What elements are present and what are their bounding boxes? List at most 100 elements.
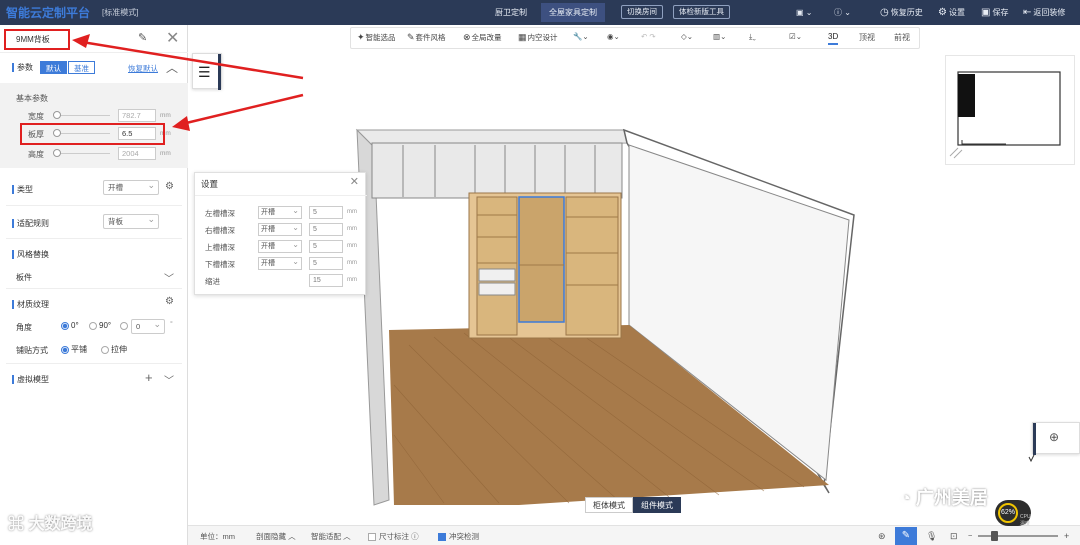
- smart-adapt-toggle[interactable]: 智能适配 ︿: [311, 531, 351, 542]
- angle-custom-input[interactable]: 0: [131, 318, 165, 334]
- edit-icon[interactable]: ✎: [138, 31, 147, 44]
- layout-icon[interactable]: ▥⌄: [713, 32, 726, 41]
- check-icon[interactable]: ☑⌄: [789, 32, 802, 41]
- smart-select-button[interactable]: ✦智能选品: [357, 32, 396, 43]
- selected-back-panel[interactable]: [518, 196, 565, 323]
- top-slot-select[interactable]: 开槽: [258, 239, 302, 253]
- tool-icon[interactable]: 🔧⌄: [573, 32, 589, 41]
- conflict-checkbox[interactable]: 冲突检测: [438, 531, 479, 542]
- seg-default[interactable]: 默认: [40, 61, 67, 74]
- help-icon[interactable]: ⓘ ⌄: [834, 0, 851, 25]
- chevron-down-icon[interactable]: ﹀: [164, 372, 174, 387]
- tree-toggle-button[interactable]: ☰: [192, 53, 222, 90]
- height-input[interactable]: 2004: [118, 147, 156, 160]
- popup-divider: [195, 195, 367, 196]
- rule-select[interactable]: 背板: [103, 213, 159, 229]
- params-row: 参数 默认 基准 恢复默认 ︿: [0, 59, 188, 77]
- gear-icon: ⚙: [938, 7, 947, 18]
- wardrobe-right-section: [565, 196, 619, 336]
- virtual-label: 虚拟模型: [12, 374, 49, 385]
- reset-default-link[interactable]: 恢复默认: [128, 63, 158, 74]
- paste-tile-radio[interactable]: 平铺: [61, 344, 87, 355]
- toggle-bar: [218, 54, 221, 90]
- close-icon[interactable]: ✕: [350, 175, 359, 188]
- height-track: [55, 153, 110, 154]
- inner-design-button[interactable]: ▦内空设计: [518, 32, 558, 43]
- top-slot-input[interactable]: 5: [309, 240, 343, 253]
- left-slot-row: 左槽槽深 开槽 5 mm: [195, 205, 367, 220]
- cabinet-mode-button[interactable]: 柜体模式: [585, 497, 633, 513]
- style-row: 风格替换: [0, 245, 188, 263]
- zoom-out-icon[interactable]: −: [968, 531, 972, 540]
- tab-top-view[interactable]: 顶视: [859, 32, 875, 43]
- chevron-down-icon[interactable]: ﹀: [164, 270, 174, 285]
- bottom-slot-select[interactable]: 开槽: [258, 256, 302, 270]
- download-icon[interactable]: ⤓⌄: [749, 32, 756, 42]
- style-label: 风格替换: [12, 249, 49, 260]
- angle-90-radio[interactable]: 90°: [89, 321, 111, 330]
- left-slot-input[interactable]: 5: [309, 206, 343, 219]
- zoom-slider-track[interactable]: [978, 535, 1058, 537]
- switch-room-button[interactable]: 切换房间: [621, 5, 663, 19]
- inset-input[interactable]: 15: [309, 274, 343, 287]
- mic-icon[interactable]: 🎙: [926, 531, 937, 542]
- cpu-indicator: 62% CPU温度: [995, 500, 1031, 527]
- tab-whole-house[interactable]: 全屋家具定制: [541, 3, 605, 22]
- right-slot-input[interactable]: 5: [309, 223, 343, 236]
- zoom-in-icon[interactable]: +: [1064, 531, 1069, 541]
- paste-stretch-radio[interactable]: 拉伸: [101, 344, 127, 355]
- global-change-button[interactable]: ⊗全局改量: [463, 32, 502, 43]
- eye-icon[interactable]: ◉⌄: [607, 32, 620, 41]
- check-tool-button[interactable]: 体检新版工具: [673, 5, 730, 19]
- type-settings-icon[interactable]: ⚙: [165, 181, 174, 192]
- right-slot-select[interactable]: 开槽: [258, 222, 302, 236]
- height-slider[interactable]: [53, 149, 61, 157]
- left-slot-label: 左槽槽深: [205, 209, 235, 218]
- wechat-icon: ⌘: [8, 516, 29, 533]
- zoom-slider-knob[interactable]: [991, 531, 998, 541]
- mode-switch: 柜体模式 组件模式: [585, 497, 681, 513]
- settings-button[interactable]: ⚙ 设置: [938, 0, 965, 25]
- pen-tool-icon[interactable]: ✎: [895, 527, 917, 545]
- save-button[interactable]: ▣ 保存: [981, 0, 1008, 25]
- section-hide-toggle[interactable]: 剖面隐藏 ︿: [256, 531, 296, 542]
- type-select[interactable]: 开槽: [103, 179, 159, 195]
- left-slot-unit: mm: [347, 209, 357, 215]
- eraser-icon[interactable]: ◇⌄: [681, 32, 693, 41]
- watermark-right: ◔ 广州美居: [900, 488, 988, 508]
- tab-kitchen-bath[interactable]: 厨卫定制: [487, 3, 535, 22]
- fit-icon[interactable]: ⊡: [950, 531, 958, 542]
- drawer-2: [478, 282, 516, 296]
- style-sub-label: 板件: [16, 273, 32, 282]
- wardrobe-left-section: [476, 196, 518, 336]
- left-slot-select[interactable]: 开槽: [258, 205, 302, 219]
- zoom-panel[interactable]: ⊕: [1032, 422, 1080, 455]
- add-icon[interactable]: +: [145, 370, 153, 385]
- style-kit-button[interactable]: ✎套件风格: [407, 32, 446, 43]
- material-settings-icon[interactable]: ⚙: [165, 296, 174, 307]
- undo-icon[interactable]: ↶ ↷: [641, 32, 656, 41]
- angle-custom-radio[interactable]: [120, 321, 130, 330]
- bottom-slot-input[interactable]: 5: [309, 257, 343, 270]
- collapse-icon[interactable]: ︿: [166, 59, 178, 76]
- tab-3d[interactable]: 3D: [828, 32, 839, 45]
- style-sub-row[interactable]: 板件 ﹀: [0, 268, 188, 286]
- tab-front-view[interactable]: 前视: [894, 32, 910, 43]
- angle-0-radio[interactable]: 0°: [61, 321, 79, 330]
- divider: [6, 288, 182, 289]
- save-dropdown-icon[interactable]: ▣ ⌄: [796, 0, 812, 25]
- zoom-icon[interactable]: ⊕: [1049, 430, 1059, 444]
- minimap-drawing: [949, 71, 1061, 159]
- dimension-checkbox[interactable]: 尺寸标注 ⓘ: [368, 531, 419, 542]
- seg-base[interactable]: 基准: [68, 61, 95, 74]
- restore-history-button[interactable]: ◷ 恢复历史: [880, 0, 923, 25]
- snap-icon[interactable]: ⊛: [878, 531, 886, 542]
- brush-icon: ✎: [407, 32, 415, 42]
- magic-icon: ✦: [357, 32, 365, 42]
- component-mode-button[interactable]: 组件模式: [633, 497, 681, 513]
- minimap[interactable]: [945, 55, 1075, 165]
- close-icon[interactable]: ✕: [166, 28, 179, 48]
- width-slider[interactable]: [53, 111, 61, 119]
- back-button[interactable]: ⇤ 返回装修: [1023, 0, 1065, 25]
- width-input[interactable]: 782.7: [118, 109, 156, 122]
